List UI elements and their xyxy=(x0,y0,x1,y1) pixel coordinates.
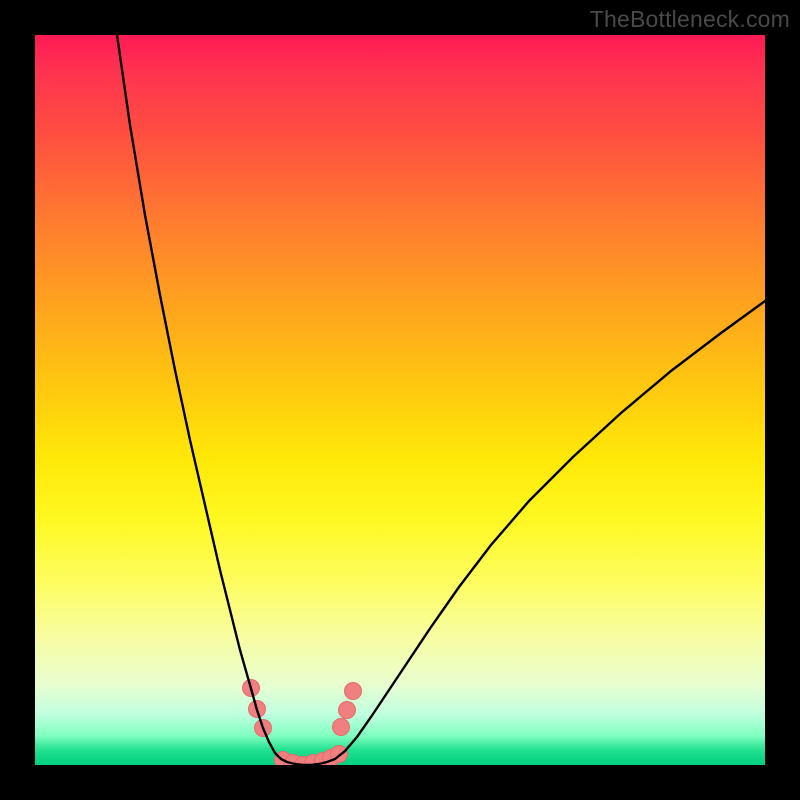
chart-svg xyxy=(35,35,765,765)
curve-marker xyxy=(345,683,362,700)
plot-area xyxy=(35,35,765,765)
bottleneck-curve xyxy=(117,35,765,765)
curve-marker xyxy=(333,719,350,736)
curve-marker xyxy=(339,702,356,719)
chart-frame: TheBottleneck.com xyxy=(0,0,800,800)
watermark-label: TheBottleneck.com xyxy=(590,6,790,33)
